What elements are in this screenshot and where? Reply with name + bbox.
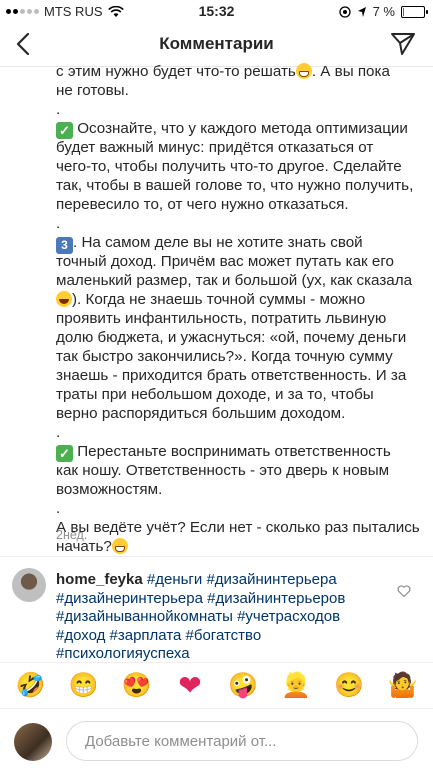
caption-separator: . [56,424,61,441]
laughing-emoji-icon [56,291,72,307]
nav-bar: Комментарии [0,22,433,67]
caption-line: с этим нужно будет что-то решать. А вы п… [56,63,390,80]
grinning-emoji-icon [111,538,128,554]
caption-line: так быстро закончились?». Когда точную с… [56,348,393,365]
hashtag-link[interactable]: #доход #зарплата #богатство [56,627,366,646]
post-caption: с этим нужно будет что-то решать. А вы п… [56,62,426,556]
caption-line: как ношу. Ответственность - это дверь к … [56,462,390,479]
caption-separator: . [56,215,61,232]
heart-outline-icon[interactable] [397,584,411,598]
hashtag-link[interactable]: #дизайнываннойкомнаты #учетрасходов [56,608,366,627]
caption-line: не готовы. [56,82,129,99]
status-right: 7 % [338,4,428,19]
hashtag-link[interactable]: #психологияуспеха [56,645,366,664]
quick-emoji-bar: 🤣 😁 😍 ❤ 🤪 👱 😊 🤷 [0,662,433,708]
caption-line: маленький размер, так и большой (ух, как… [56,272,413,289]
caption-line: точный доход. Причём вас может путать ка… [56,253,395,270]
grinning-emoji[interactable]: 😁 [69,672,99,700]
hashtag-link[interactable]: #деньги #дизайнинтерьера [147,571,337,588]
caption-line: будет важный минус: придётся отказаться … [56,139,374,156]
comment-line: home_feyka #деньги #дизайнинтерьера [56,571,366,590]
red-heart-emoji[interactable]: ❤ [176,671,204,700]
caption-line: так, чтобы в вашей голове то, что нужно … [56,177,414,194]
comment-username[interactable]: home_feyka [56,571,143,588]
caption-line: начать? [56,537,426,556]
caption-line: ✓ Перестаньте воспринимать ответственнос… [56,442,426,462]
status-bar: MTS RUS 15:32 7 % [0,0,433,22]
caption-line: проявить инфантильность, потратить львин… [56,310,387,327]
heart-eyes-emoji[interactable]: 😍 [122,672,152,700]
caption-separator: . [56,101,61,118]
location-icon [338,5,351,18]
battery-percent: 7 % [372,4,395,19]
caption-line: долю бюджета, и ужаснуться: «ой, почему … [56,329,407,346]
comment-input-container[interactable] [66,721,418,761]
smile-emoji[interactable]: 😊 [334,672,364,700]
battery-fill [403,7,404,16]
divider [0,556,433,557]
caption-line: 3. На самом деле вы не хотите знать свой [56,233,426,254]
comment-input[interactable] [83,732,407,751]
check-mark-icon: ✓ [56,445,73,462]
caption-line: А вы ведёте учёт? Если нет - сколько раз… [56,519,420,536]
comment-input-bar [0,708,433,771]
commenter-avatar[interactable] [12,568,46,602]
battery-icon [401,5,428,18]
check-mark-icon: ✓ [56,122,73,139]
caption-line: ). Когда не знаешь точной суммы - можно [56,290,426,309]
caption-line: верно распорядиться большим доходом. [56,405,346,422]
woman-blonde-emoji[interactable]: 👱 [281,672,311,700]
page-title: Комментарии [159,34,274,53]
grinning-emoji-icon [295,63,312,79]
comment-body: home_feyka #деньги #дизайнинтерьера #диз… [56,571,366,664]
caption-separator: . [56,500,61,517]
caption-line: чего-то, чтобы получить что-то другое. С… [56,158,402,175]
caption-line: возможностям. [56,481,163,498]
current-user-avatar [14,723,52,761]
caption-line: ✓ Осознайте, что у каждого метода оптими… [56,119,426,139]
caption-line: перевесило то, от чего нужно отказаться. [56,196,349,213]
rofl-emoji[interactable]: 🤣 [16,672,46,700]
paper-plane-icon[interactable] [389,30,417,58]
post-timestamp: 2нед. [56,528,88,542]
zany-face-emoji[interactable]: 🤪 [228,672,258,700]
caption-line: знаешь - приходится брать ответственност… [56,367,407,384]
caption-line: траты при небольшом доходе, и за то, что… [56,386,374,403]
arrow-location-icon [357,6,366,17]
hashtag-link[interactable]: #дизайнеринтерьера #дизайнинтерьеров [56,590,366,609]
woman-shrugging-emoji[interactable]: 🤷 [388,672,418,700]
